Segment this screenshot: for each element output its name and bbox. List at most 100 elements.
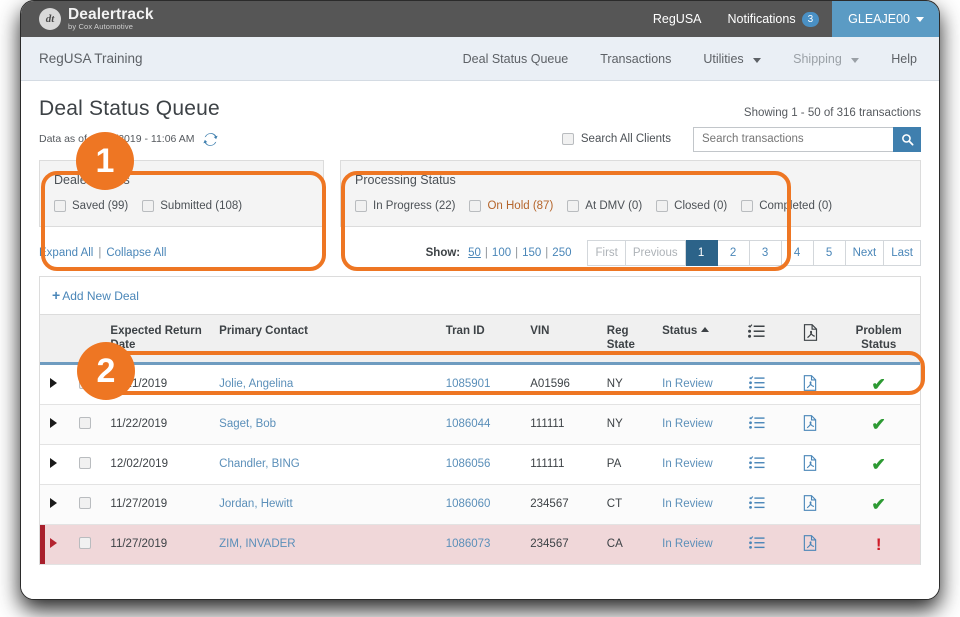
col-problem-status[interactable]: Problem Status [837,314,920,365]
cell-primary-contact[interactable]: Chandler, BING [213,444,440,485]
row-select[interactable] [66,484,105,525]
cell-status[interactable]: In Review [656,363,731,405]
show-option-100[interactable]: 100 [492,247,511,259]
cell-tran-id[interactable]: 1086073 [439,524,525,565]
row-expand-toggle[interactable] [40,524,67,565]
cell-status[interactable]: In Review [656,404,731,445]
cell-pdf[interactable] [782,404,838,445]
cell-tran-id[interactable]: 1086044 [439,404,525,445]
collapse-all-link[interactable]: Collapse All [106,247,166,259]
page-previous[interactable]: Previous [625,240,686,266]
row-select-checkbox[interactable] [79,496,92,509]
top-nav-regusa[interactable]: RegUSA [640,1,715,37]
filter-submitted[interactable]: Submitted (108) [142,200,242,212]
cell-notes[interactable] [730,444,783,485]
table-row[interactable]: 12/02/2019 Chandler, BING 1086056 111111… [40,444,920,485]
nav-transactions[interactable]: Transactions [584,52,687,66]
cell-pdf[interactable] [782,363,838,405]
page-last[interactable]: Last [884,240,921,266]
deal-status-table: + Add New Deal Expected Return Date Prima… [39,276,921,565]
filter-saved-checkbox[interactable] [54,200,66,212]
filter-closed-checkbox[interactable] [656,200,669,212]
top-nav-notifications[interactable]: Notifications 3 [715,1,833,37]
row-select-checkbox[interactable] [79,416,92,429]
cell-notes[interactable] [730,363,783,405]
cell-pdf[interactable] [782,444,838,485]
col-reg-state[interactable]: Reg State [600,314,657,365]
filter-on-hold-checkbox[interactable] [469,200,482,212]
search-button[interactable] [893,126,921,152]
col-tran-id[interactable]: Tran ID [439,314,525,365]
filter-completed-checkbox[interactable] [741,200,754,212]
table-row[interactable]: 11/22/2019 Saget, Bob 1086044 111111 NY … [40,404,920,445]
show-separator: | [545,247,549,259]
cell-status[interactable]: In Review [656,444,731,485]
cell-status[interactable]: In Review [656,484,731,525]
row-expand-toggle[interactable] [40,484,67,525]
cell-primary-contact[interactable]: Jordan, Hewitt [213,484,440,525]
search-all-clients-checkbox[interactable] [561,133,574,145]
page-1[interactable]: 1 [685,240,718,266]
table-row[interactable]: 11/27/2019 Jordan, Hewitt 1086060 234567… [40,484,920,525]
col-primary-contact[interactable]: Primary Contact [213,314,440,365]
row-select-checkbox[interactable] [79,536,92,549]
table-row[interactable]: 11/21/2019 Jolie, Angelina 1085901 A0159… [40,363,920,405]
page-2[interactable]: 2 [717,240,750,266]
cell-tran-id[interactable]: 1086056 [439,444,525,485]
nav-help[interactable]: Help [875,52,921,66]
nav-deal-status-queue[interactable]: Deal Status Queue [447,52,585,66]
page-4[interactable]: 4 [781,240,814,266]
callout-badge-2: 2 [77,342,135,400]
cell-tran-id[interactable]: 1086060 [439,484,525,525]
row-select[interactable] [66,524,105,565]
table-toolbar: Expand All | Collapse All Show: 50 | 100… [39,240,921,266]
row-expand-toggle[interactable] [40,444,67,485]
cell-primary-contact[interactable]: Jolie, Angelina [213,363,440,405]
add-new-deal-button[interactable]: + Add New Deal [40,277,920,314]
filter-in-progress[interactable]: In Progress (22) [355,200,455,212]
cell-tran-id[interactable]: 1085901 [439,363,525,405]
filter-on-hold[interactable]: On Hold (87) [469,200,553,212]
search-input[interactable] [693,126,893,152]
filter-closed[interactable]: Closed (0) [656,200,727,212]
cell-primary-contact[interactable]: ZIM, INVADER [213,524,440,565]
nav-shipping[interactable]: Shipping [777,52,875,66]
row-select[interactable] [66,444,105,485]
show-option-50[interactable]: 50 [468,247,481,259]
pdf-file-icon [803,414,817,431]
filter-saved[interactable]: Saved (99) [54,200,128,212]
row-select-checkbox[interactable] [79,456,92,469]
cell-pdf[interactable] [782,524,838,565]
cell-notes[interactable] [730,484,783,525]
cell-notes[interactable] [730,404,783,445]
row-expand-toggle[interactable] [40,404,67,445]
filter-in-progress-checkbox[interactable] [355,200,367,212]
page-3[interactable]: 3 [749,240,782,266]
filter-completed[interactable]: Completed (0) [741,200,832,212]
table-row[interactable]: 11/27/2019 ZIM, INVADER 1086073 234567 C… [40,524,920,565]
show-option-250[interactable]: 250 [552,247,571,259]
cell-notes[interactable] [730,524,783,565]
show-option-150[interactable]: 150 [522,247,541,259]
cell-primary-contact[interactable]: Saget, Bob [213,404,440,445]
filter-submitted-checkbox[interactable] [142,200,155,212]
row-select[interactable] [66,404,105,445]
col-vin[interactable]: VIN [524,314,601,365]
user-menu[interactable]: GLEAJE00 [832,1,939,37]
cell-status[interactable]: In Review [656,524,731,565]
row-expand-toggle[interactable] [40,363,67,405]
dealertrack-logo[interactable]: dt Dealertrack by Cox Automotive [21,6,154,31]
page-5[interactable]: 5 [813,240,846,266]
col-notes[interactable] [730,314,783,365]
page-first[interactable]: First [588,240,626,266]
filter-at-dmv-checkbox[interactable] [567,200,580,212]
nav-utilities[interactable]: Utilities [687,52,777,66]
col-pdf[interactable] [782,314,838,365]
filter-at-dmv[interactable]: At DMV (0) [567,200,642,212]
cell-pdf[interactable] [782,484,838,525]
col-status[interactable]: Status [656,314,731,365]
page-next[interactable]: Next [845,240,885,266]
refresh-icon[interactable] [203,132,219,147]
expand-all-link[interactable]: Expand All [39,247,93,259]
check-icon: ✔ [871,374,886,394]
